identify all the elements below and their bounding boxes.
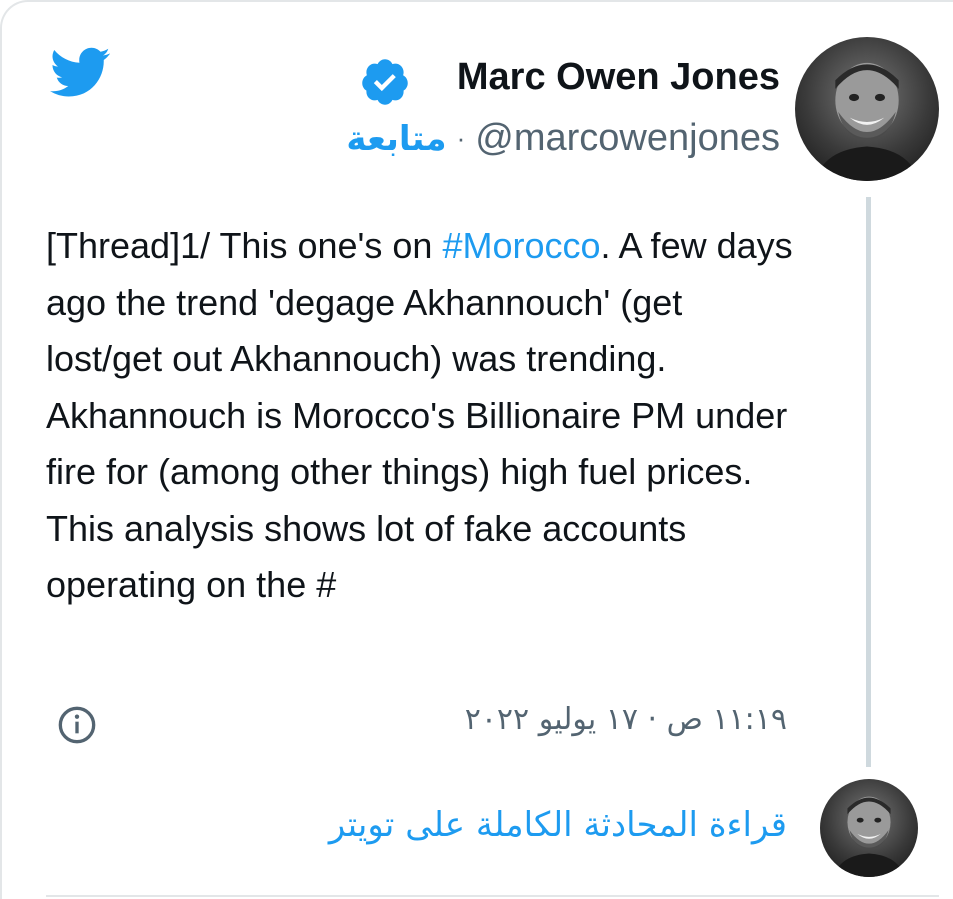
hashtag-morocco-link[interactable]: #Morocco — [442, 225, 600, 266]
read-full-conversation-link[interactable]: قراءة المحادثة الكاملة على تويتر — [329, 805, 787, 845]
verified-badge-icon — [362, 59, 408, 105]
avatar-photo — [815, 62, 919, 181]
bottom-divider — [46, 895, 939, 897]
tweet-timestamp[interactable]: ١١:١٩ ص · ١٧ يوليو ٢٠٢٢ — [465, 702, 787, 737]
author-name[interactable]: Marc Owen Jones — [457, 56, 780, 99]
follow-link[interactable]: متابعة — [346, 119, 446, 159]
tweet-text-before: [Thread]1/ This one's on — [46, 225, 443, 266]
tweet-body: [Thread]1/ This one's on #Morocco. A few… — [46, 218, 806, 614]
info-icon[interactable] — [57, 705, 97, 745]
tweet-embed-card: Marc Owen Jones متابعة · @marcowenjones … — [0, 0, 953, 899]
reply-author-avatar[interactable] — [820, 779, 918, 877]
handle-row: متابعة · @marcowenjones — [346, 117, 780, 160]
avatar-photo-small — [833, 796, 905, 877]
author-handle[interactable]: @marcowenjones — [475, 117, 780, 160]
separator-dot: · — [456, 123, 466, 153]
tweet-text-after: . A few days ago the trend 'degage Akhan… — [46, 225, 793, 605]
author-avatar[interactable] — [795, 37, 939, 181]
twitter-bird-icon[interactable] — [46, 42, 116, 102]
thread-connector-line — [866, 197, 871, 767]
